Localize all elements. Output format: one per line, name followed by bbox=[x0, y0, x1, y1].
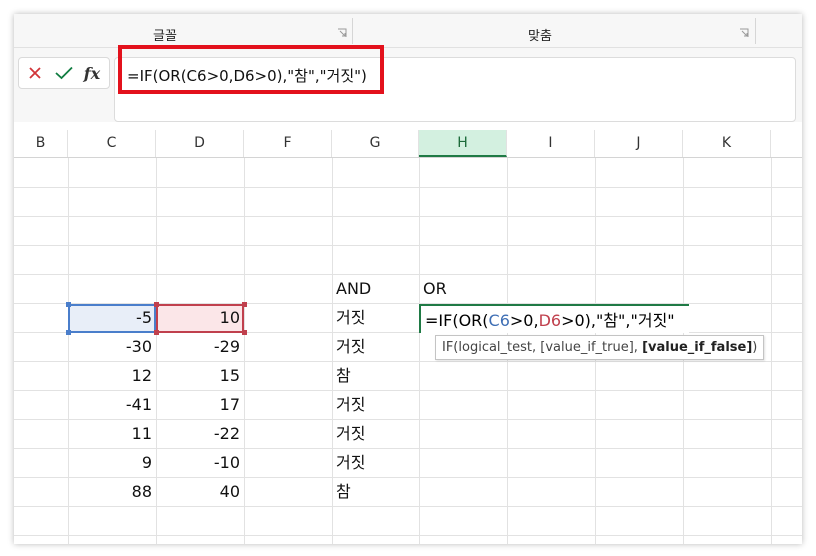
grid-line bbox=[14, 506, 802, 507]
dialog-launcher-icon[interactable] bbox=[739, 28, 749, 38]
column-header-k[interactable]: K bbox=[683, 130, 771, 157]
cell-d6[interactable]: 10 bbox=[156, 303, 244, 331]
grid-line bbox=[14, 216, 802, 217]
formula-text: =IF(OR(C6>0,D6>0),"참","거짓") bbox=[127, 67, 367, 85]
column-header-j[interactable]: J bbox=[595, 130, 683, 157]
cell-d7[interactable]: -29 bbox=[156, 332, 244, 360]
cell-grid[interactable]: AND OR -5 10 거짓 -30 -29 거짓 12 15 참 -41 1… bbox=[14, 158, 802, 544]
cell-g12[interactable]: 참 bbox=[332, 477, 419, 505]
column-header-h[interactable]: H bbox=[419, 130, 507, 157]
column-header-g[interactable]: G bbox=[332, 130, 419, 157]
cell-g7[interactable]: 거짓 bbox=[332, 332, 419, 360]
column-header-b[interactable]: B bbox=[14, 130, 68, 157]
x-icon bbox=[29, 67, 41, 79]
tooltip-signature-end: ) bbox=[752, 340, 758, 355]
function-tooltip[interactable]: IF(logical_test, [value_if_true], [value… bbox=[435, 335, 765, 360]
ribbon-group-font-label: 글꼴 bbox=[153, 29, 177, 44]
cell-g6[interactable]: 거짓 bbox=[332, 303, 419, 331]
cell-c7[interactable]: -30 bbox=[68, 332, 156, 360]
cell-c8[interactable]: 12 bbox=[68, 361, 156, 389]
insert-function-button[interactable]: fx bbox=[79, 60, 105, 86]
formula-input[interactable]: =IF(OR(C6>0,D6>0),"참","거짓") bbox=[114, 57, 796, 122]
grid-line bbox=[14, 245, 802, 246]
ribbon-separator bbox=[352, 18, 353, 44]
excel-window: 글꼴 맞춤 fx =IF(OR(C6>0,D6>0),"참","거짓") B C… bbox=[14, 14, 802, 544]
formula-reference-c6: C6 bbox=[488, 311, 510, 330]
cell-g5[interactable]: AND bbox=[332, 274, 419, 302]
cell-d8[interactable]: 15 bbox=[156, 361, 244, 389]
formula-bar-area: fx =IF(OR(C6>0,D6>0),"참","거짓") bbox=[14, 48, 802, 122]
cell-d9[interactable]: 17 bbox=[156, 390, 244, 418]
formula-part: ,"참","거짓" bbox=[590, 311, 675, 330]
formula-part: =IF(OR( bbox=[425, 311, 489, 330]
tooltip-signature: IF(logical_test, [value_if_true], bbox=[442, 340, 643, 355]
formula-bar-buttons: fx bbox=[18, 57, 110, 89]
cancel-button[interactable] bbox=[23, 60, 47, 86]
column-header-row: B C D F G H I J K bbox=[14, 130, 802, 158]
cell-g11[interactable]: 거짓 bbox=[332, 448, 419, 476]
tooltip-current-argument: [value_if_false] bbox=[642, 340, 753, 355]
grid-line bbox=[14, 535, 802, 536]
cell-d12[interactable]: 40 bbox=[156, 477, 244, 505]
grid-line bbox=[14, 187, 802, 188]
cell-g8[interactable]: 참 bbox=[332, 361, 419, 389]
formula-part: >0) bbox=[561, 311, 591, 330]
dialog-launcher-icon[interactable] bbox=[337, 28, 347, 38]
cell-h6-editor[interactable]: =IF(OR(C6>0,D6>0),"참","거짓" bbox=[419, 304, 689, 333]
formula-reference-d6: D6 bbox=[538, 311, 562, 330]
cell-d10[interactable]: -22 bbox=[156, 419, 244, 447]
column-header-d[interactable]: D bbox=[156, 130, 244, 157]
ribbon-separator bbox=[755, 18, 756, 44]
ribbon-group-alignment-label: 맞춤 bbox=[528, 29, 552, 44]
column-header-f[interactable]: F bbox=[244, 130, 332, 157]
check-icon bbox=[55, 66, 73, 80]
cell-g10[interactable]: 거짓 bbox=[332, 419, 419, 447]
enter-button[interactable] bbox=[51, 60, 77, 86]
column-header-c[interactable]: C bbox=[68, 130, 156, 157]
cell-d11[interactable]: -10 bbox=[156, 448, 244, 476]
cell-h5[interactable]: OR bbox=[419, 274, 507, 302]
ribbon-group-labels: 글꼴 맞춤 bbox=[14, 14, 802, 48]
cell-c6[interactable]: -5 bbox=[68, 303, 156, 331]
cell-c9[interactable]: -41 bbox=[68, 390, 156, 418]
cell-c10[interactable]: 11 bbox=[68, 419, 156, 447]
formula-part: >0, bbox=[509, 311, 539, 330]
cell-c11[interactable]: 9 bbox=[68, 448, 156, 476]
cell-c12[interactable]: 88 bbox=[68, 477, 156, 505]
cell-g9[interactable]: 거짓 bbox=[332, 390, 419, 418]
column-header-i[interactable]: I bbox=[507, 130, 595, 157]
